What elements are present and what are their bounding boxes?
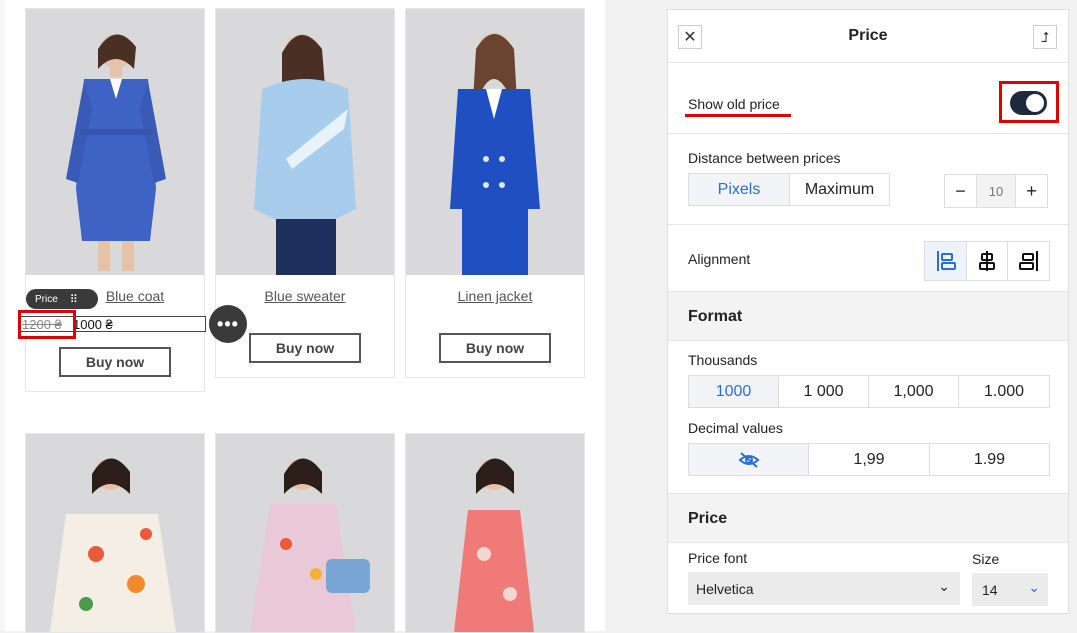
product-title[interactable]: Blue sweater xyxy=(216,288,394,304)
alignment-selector xyxy=(924,241,1050,281)
buy-now-button[interactable]: Buy now xyxy=(439,333,551,363)
current-price[interactable]: 1000 ₴ xyxy=(71,317,113,332)
thousands-option[interactable]: 1,000 xyxy=(869,376,959,407)
chevron-down-icon: ⌄ xyxy=(1028,579,1040,595)
price-font-section: Price font Helvetica ⌄ Size 14 ⌄ xyxy=(668,543,1068,613)
buy-now-button[interactable]: Buy now xyxy=(59,347,171,377)
chevron-down-icon: ⌄ xyxy=(938,578,950,594)
price-heading-bar: Price xyxy=(668,493,1068,543)
align-right-icon xyxy=(1018,251,1038,271)
model-figure xyxy=(254,34,356,275)
price-font-select[interactable]: Helvetica ⌄ xyxy=(688,572,960,605)
settings-panel: ✕ Price ⮥ Show old price Distance betwee… xyxy=(667,9,1069,614)
align-center-icon xyxy=(979,251,995,271)
price-font-value: Helvetica xyxy=(696,580,754,597)
alignment-section: Alignment xyxy=(668,225,1068,292)
element-tag[interactable]: Price ⠿ xyxy=(26,289,98,309)
model-figure xyxy=(454,458,534,632)
decimal-option-hidden[interactable] xyxy=(689,444,809,475)
align-center-button[interactable] xyxy=(967,242,1008,280)
decimal-option[interactable]: 1,99 xyxy=(809,444,930,475)
product-card[interactable] xyxy=(215,433,395,633)
model-figure xyxy=(50,458,176,632)
show-old-price-section: Show old price xyxy=(668,63,1068,134)
format-heading: Format xyxy=(688,308,743,325)
more-dots-icon: ••• xyxy=(217,313,239,334)
distance-label: Distance between prices xyxy=(688,150,841,166)
panel-header: ✕ Price ⮥ xyxy=(668,10,1068,63)
product-image[interactable] xyxy=(26,9,204,275)
price-font-label: Price font xyxy=(688,550,748,566)
product-card[interactable] xyxy=(405,433,585,633)
size-label: Size xyxy=(972,551,1000,567)
product-title[interactable]: Linen jacket xyxy=(406,288,584,304)
distance-option-pixels[interactable]: Pixels xyxy=(689,174,790,205)
size-select[interactable]: 14 ⌄ xyxy=(972,573,1048,606)
align-right-button[interactable] xyxy=(1008,242,1049,280)
undock-button[interactable]: ⮥ xyxy=(1033,25,1057,49)
product-image[interactable] xyxy=(216,9,394,275)
thousands-option[interactable]: 1.000 xyxy=(959,376,1049,407)
element-tag-label: Price xyxy=(35,293,58,305)
product-card[interactable]: Linen jacket Buy now xyxy=(405,8,585,378)
distance-value[interactable]: 10 xyxy=(977,175,1015,207)
model-figure xyxy=(66,34,166,271)
price-heading: Price xyxy=(688,510,728,527)
distance-option-maximum[interactable]: Maximum xyxy=(790,174,889,205)
thousands-option[interactable]: 1 000 xyxy=(779,376,869,407)
editor-canvas: Blue coat 1200 ₴ 1000 ₴ Buy now Blue swe… xyxy=(0,0,1077,633)
product-image[interactable] xyxy=(216,434,394,632)
product-image[interactable] xyxy=(406,9,584,275)
decimal-label: Decimal values xyxy=(688,420,783,436)
more-options-button[interactable]: ••• xyxy=(209,305,247,343)
undock-icon: ⮥ xyxy=(1040,28,1050,45)
model-figure xyxy=(250,458,370,632)
thousands-label: Thousands xyxy=(688,352,758,368)
decimal-selector: 1,99 1.99 xyxy=(688,443,1050,476)
alignment-label: Alignment xyxy=(688,251,751,267)
size-value: 14 xyxy=(982,581,998,598)
align-left-button[interactable] xyxy=(925,242,967,280)
distance-mode-selector: Pixels Maximum xyxy=(688,173,890,206)
format-heading-bar: Format xyxy=(668,292,1068,341)
product-grid: Blue coat 1200 ₴ 1000 ₴ Buy now Blue swe… xyxy=(5,0,605,633)
product-card[interactable] xyxy=(25,433,205,633)
show-old-price-label: Show old price xyxy=(688,96,780,112)
decrement-button[interactable]: − xyxy=(945,175,977,207)
distance-stepper: − 10 + xyxy=(944,174,1048,208)
product-image[interactable] xyxy=(406,434,584,632)
thousands-option[interactable]: 1000 xyxy=(689,376,779,407)
panel-title: Price xyxy=(848,27,888,44)
eye-slash-icon xyxy=(737,451,760,468)
toggle-knob xyxy=(1026,94,1044,112)
show-old-price-toggle[interactable] xyxy=(1010,91,1047,115)
distance-section: Distance between prices Pixels Maximum −… xyxy=(668,134,1068,225)
thousands-selector: 1000 1 000 1,000 1.000 xyxy=(688,375,1050,408)
drag-handle-icon[interactable]: ⠿ xyxy=(70,293,78,306)
format-section: Thousands 1000 1 000 1,000 1.000 Decimal… xyxy=(668,341,1068,493)
align-left-icon xyxy=(936,251,956,271)
highlight-box xyxy=(18,310,76,339)
product-grid-area: Blue coat 1200 ₴ 1000 ₴ Buy now Blue swe… xyxy=(0,0,605,633)
decimal-option[interactable]: 1.99 xyxy=(930,444,1049,475)
increment-button[interactable]: + xyxy=(1015,175,1047,207)
model-figure xyxy=(450,33,540,275)
product-image[interactable] xyxy=(26,434,204,632)
buy-now-button[interactable]: Buy now xyxy=(249,333,361,363)
label-underline xyxy=(685,114,791,117)
